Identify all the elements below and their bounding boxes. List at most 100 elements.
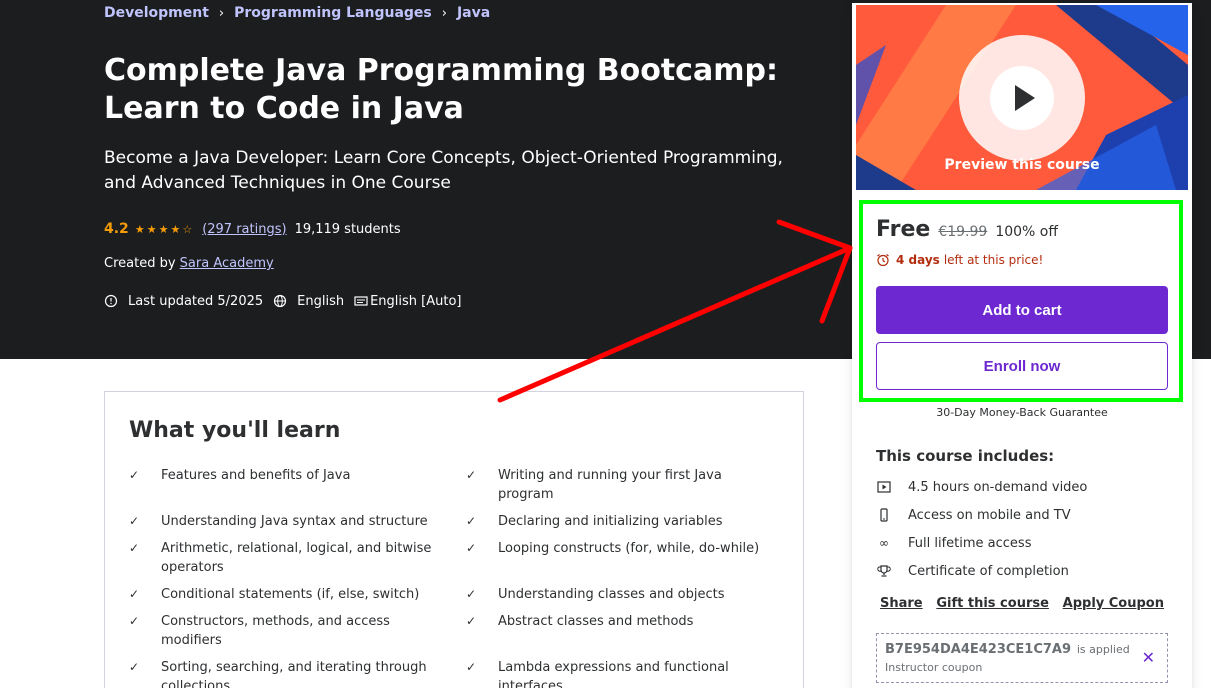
breadcrumb-java[interactable]: Java <box>457 5 490 21</box>
last-updated-text: Last updated 5/2025 <box>128 293 264 309</box>
highlight-box <box>859 200 1183 402</box>
includes-title: This course includes: <box>876 447 1055 465</box>
last-updated: Last updated 5/2025 <box>104 294 263 309</box>
list-item: ✓ Conditional statements (if, else, switc… <box>129 585 466 604</box>
preview-label: Preview this course <box>944 157 1100 173</box>
course-preview[interactable]: Preview this course <box>856 5 1188 190</box>
list-item: ✓ Abstract classes and methods <box>466 612 789 650</box>
students-count: 19,119 students <box>294 221 401 237</box>
video-icon <box>877 481 891 493</box>
list-item-text: Features and benefits of Java <box>161 468 351 483</box>
close-icon[interactable]: ✕ <box>1142 648 1155 667</box>
check-icon: ✓ <box>466 514 477 528</box>
check-icon: ✓ <box>129 614 140 628</box>
rating-row: 4.2 ★ ★ ★ ★ ☆ (297 ratings) 19,119 stude… <box>104 219 401 239</box>
coupon-type: Instructor coupon <box>885 661 983 674</box>
include-label: Certificate of completion <box>908 563 1069 579</box>
gift-course-button[interactable]: Gift this course <box>936 596 1049 611</box>
play-button[interactable] <box>959 35 1085 161</box>
course-landing-page: Development › Programming Languages › Ja… <box>0 0 1211 688</box>
list-item: Access on mobile and TV <box>876 506 1087 524</box>
list-item-text: Constructors, methods, and access modifi… <box>161 614 390 648</box>
course-meta: Last updated 5/2025 English English [Aut… <box>104 291 472 311</box>
list-item: Certificate of completion <box>876 562 1087 580</box>
coupon-code-row: B7E954DA4E423CE1C7A9 is applied <box>885 642 1130 657</box>
list-item-text: Arithmetic, relational, logical, and bit… <box>161 541 432 575</box>
breadcrumb-programming-languages[interactable]: Programming Languages <box>234 5 432 21</box>
created-by-label: Created by <box>104 256 176 271</box>
play-circle <box>990 66 1054 130</box>
list-item-text: Understanding Java syntax and structure <box>161 514 428 529</box>
captions: English [Auto] <box>354 293 462 309</box>
list-item: ∞ Full lifetime access <box>876 534 1087 552</box>
applied-coupon: B7E954DA4E423CE1C7A9 is applied Instruct… <box>876 633 1168 683</box>
list-item: ✓ Sorting, searching, and iterating throu… <box>129 658 466 688</box>
star-icon: ★ <box>170 222 181 236</box>
list-item: 4.5 hours on-demand video <box>876 478 1087 496</box>
check-icon: ✓ <box>129 587 140 601</box>
include-label: Access on mobile and TV <box>908 507 1071 523</box>
captions-text: English [Auto] <box>370 293 462 309</box>
include-label: Full lifetime access <box>908 535 1032 551</box>
check-icon: ✓ <box>466 468 477 482</box>
learn-heading: What you'll learn <box>129 418 341 443</box>
list-item: ✓ Understanding classes and objects <box>466 585 789 604</box>
share-button[interactable]: Share <box>880 596 923 611</box>
language: English <box>273 294 344 309</box>
globe-icon <box>274 294 287 308</box>
list-item-text: Abstract classes and methods <box>498 614 694 629</box>
list-item-text: Sorting, searching, and iterating throug… <box>161 660 427 688</box>
captions-icon <box>354 296 368 306</box>
list-item-text: Understanding classes and objects <box>498 587 725 602</box>
infinity-icon: ∞ <box>879 536 889 550</box>
ratings-link[interactable]: (297 ratings) <box>202 222 286 237</box>
money-back-guarantee: 30-Day Money-Back Guarantee <box>936 406 1108 419</box>
language-text: English <box>297 293 345 309</box>
breadcrumb: Development › Programming Languages › Ja… <box>104 4 490 22</box>
apply-coupon-button[interactable]: Apply Coupon <box>1063 596 1164 611</box>
list-item-text: Declaring and initializing variables <box>498 514 723 529</box>
check-icon: ✓ <box>466 614 477 628</box>
check-icon: ✓ <box>466 660 477 674</box>
play-icon <box>1015 85 1035 111</box>
what-youll-learn: What you'll learn ✓ Features and benefits… <box>104 391 804 688</box>
author-link[interactable]: Sara Academy <box>180 256 274 271</box>
list-item: ✓ Features and benefits of Java <box>129 466 466 504</box>
course-title: Complete Java Programming Bootcamp: Lear… <box>104 53 778 126</box>
includes-list: 4.5 hours on-demand video Access on mobi… <box>876 478 1087 590</box>
list-item: ✓ Lambda expressions and functional inter… <box>466 658 789 688</box>
sidebar-actions: Share Gift this course Apply Coupon <box>880 596 1164 611</box>
list-item: ✓ Arithmetic, relational, logical, and bi… <box>129 539 466 577</box>
chevron-right-icon: › <box>218 5 225 21</box>
check-icon: ✓ <box>129 660 140 674</box>
list-item: ✓ Constructors, methods, and access modif… <box>129 612 466 650</box>
breadcrumb-development[interactable]: Development <box>104 5 209 21</box>
star-icon: ★ <box>146 222 157 236</box>
star-outline-icon: ☆ <box>182 222 193 236</box>
check-icon: ✓ <box>129 514 140 528</box>
check-icon: ✓ <box>466 587 477 601</box>
rating-value: 4.2 <box>104 221 129 237</box>
include-label: 4.5 hours on-demand video <box>908 479 1088 495</box>
created-by: Created by Sara Academy <box>104 256 274 276</box>
chevron-right-icon: › <box>441 5 447 21</box>
star-icon: ★ <box>134 222 145 236</box>
coupon-applied-text: is applied <box>1076 643 1130 656</box>
learn-list: ✓ Features and benefits of Java ✓ Writing … <box>129 466 789 688</box>
list-item: ✓ Understanding Java syntax and structure <box>129 512 466 531</box>
star-rating: ★ ★ ★ ★ ☆ <box>135 223 194 236</box>
check-icon: ✓ <box>129 468 140 482</box>
list-item-text: Looping constructs (for, while, do-while… <box>498 541 760 556</box>
list-item: ✓ Looping constructs (for, while, do-whil… <box>466 539 789 577</box>
check-icon: ✓ <box>466 541 477 555</box>
clock-alert-icon <box>104 294 118 308</box>
star-icon: ★ <box>158 222 169 236</box>
mobile-icon <box>880 508 888 522</box>
coupon-code: B7E954DA4E423CE1C7A9 <box>885 642 1072 657</box>
trophy-icon <box>877 565 891 577</box>
list-item: ✓ Declaring and initializing variables <box>466 512 789 531</box>
course-subtitle: Become a Java Developer: Learn Core Conc… <box>104 148 783 193</box>
list-item-text: Writing and running your first Java prog… <box>498 468 722 502</box>
list-item-text: Conditional statements (if, else, switch… <box>161 587 420 602</box>
check-icon: ✓ <box>129 541 140 555</box>
